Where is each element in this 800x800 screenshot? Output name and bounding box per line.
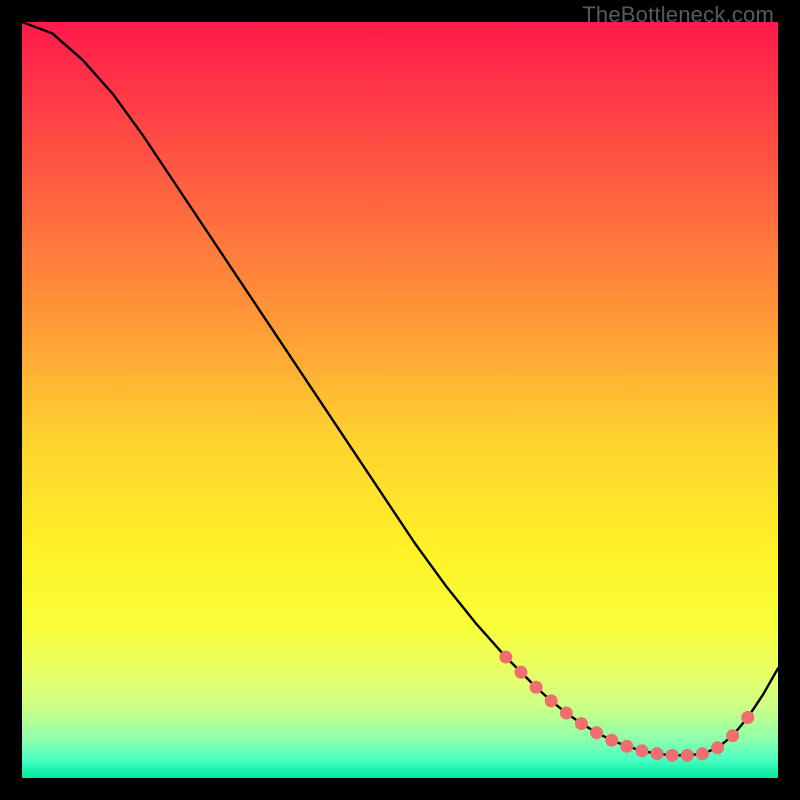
curve-marker <box>635 744 648 757</box>
curve-marker <box>681 749 694 762</box>
curve-marker <box>711 741 724 754</box>
curve-marker <box>651 747 664 760</box>
chart-frame <box>22 22 778 778</box>
curve-marker <box>696 747 709 760</box>
bottleneck-curve-plot <box>22 22 778 778</box>
curve-marker <box>620 740 633 753</box>
curve-marker <box>605 734 618 747</box>
curve-marker <box>530 681 543 694</box>
curve-marker <box>741 711 754 724</box>
curve-marker <box>575 717 588 730</box>
gradient-background <box>22 22 778 778</box>
curve-marker <box>545 694 558 707</box>
curve-marker <box>560 706 573 719</box>
curve-marker <box>514 666 527 679</box>
curve-marker <box>666 749 679 762</box>
curve-marker <box>499 651 512 664</box>
curve-marker <box>726 729 739 742</box>
curve-marker <box>590 726 603 739</box>
